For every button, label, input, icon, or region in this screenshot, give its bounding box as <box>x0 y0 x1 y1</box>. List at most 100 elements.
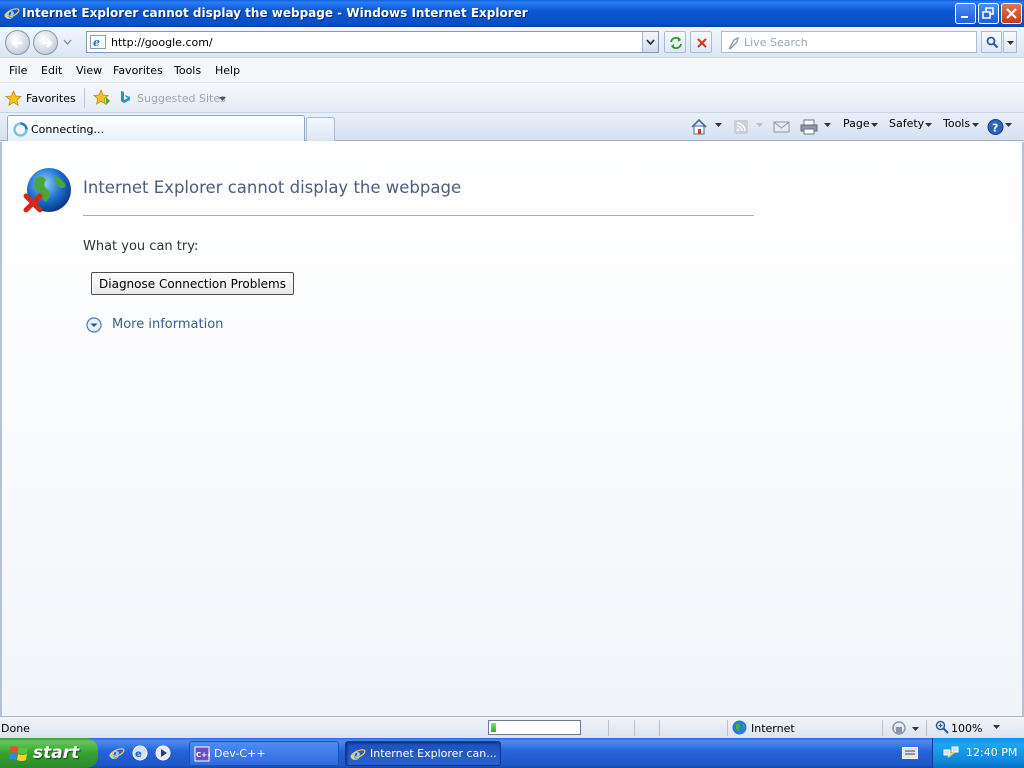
tab-connecting[interactable]: Connecting... <box>7 115 305 141</box>
bing-icon <box>121 91 130 103</box>
restore-icon <box>982 7 994 19</box>
chevron-down-icon[interactable] <box>1005 123 1012 127</box>
taskbar-item-internet-explorer[interactable]: e Internet Explorer can... <box>345 741 501 766</box>
close-button[interactable] <box>1001 3 1022 24</box>
chevron-down-icon[interactable] <box>824 123 831 127</box>
forward-button[interactable] <box>33 30 58 55</box>
rss-feeds-icon[interactable] <box>733 116 749 138</box>
home-icon[interactable] <box>690 116 708 138</box>
address-field[interactable]: e http://google.com/ <box>86 31 659 53</box>
globe-error-icon <box>23 168 71 213</box>
back-button[interactable] <box>5 30 30 55</box>
zoom-level[interactable]: 100% <box>951 722 982 735</box>
title-bar: e Internet Explorer cannot display the w… <box>0 0 1024 27</box>
page-menu-button[interactable]: Page <box>843 117 870 130</box>
search-input[interactable]: Live Search <box>721 31 977 53</box>
stop-button[interactable] <box>690 31 712 53</box>
start-label: start <box>33 743 80 763</box>
diagnose-connection-button[interactable]: Diagnose Connection Problems <box>91 272 294 295</box>
task-label: Internet Explorer can... <box>370 747 497 760</box>
search-options-button[interactable] <box>1003 31 1017 53</box>
safety-menu-button[interactable]: Safety <box>889 117 924 130</box>
divider <box>634 720 635 736</box>
clock: 12:40 PM <box>966 746 1018 759</box>
stop-icon <box>697 38 707 48</box>
try-label: What you can try: <box>83 239 199 254</box>
refresh-button[interactable] <box>664 31 686 53</box>
tools-menu-button[interactable]: Tools <box>943 117 970 130</box>
status-bar: Done Internet 100% <box>0 716 1024 738</box>
divider <box>608 720 609 736</box>
star-icon <box>5 90 22 107</box>
window-title: Internet Explorer cannot display the web… <box>22 6 528 20</box>
search-placeholder: Live Search <box>744 36 808 49</box>
page-content: Internet Explorer cannot display the web… <box>0 142 1024 716</box>
add-to-favorites-bar-icon[interactable] <box>93 89 111 107</box>
internet-zone-globe-icon <box>732 720 747 735</box>
menu-help[interactable]: Help <box>215 64 240 77</box>
svg-text:C++: C++ <box>196 751 210 759</box>
forward-arrow-icon <box>42 38 53 48</box>
media-player-icon[interactable] <box>155 745 171 761</box>
outlook-express-icon[interactable]: e <box>132 745 148 761</box>
chevron-down-icon[interactable] <box>756 123 763 127</box>
menu-tools[interactable]: Tools <box>174 64 201 77</box>
zoom-icon[interactable] <box>935 720 949 734</box>
menu-view[interactable]: View <box>76 64 102 77</box>
protected-mode-icon[interactable] <box>891 720 919 736</box>
keyboard-icon[interactable] <box>902 747 918 759</box>
menu-bar: File Edit View Favorites Tools Help <box>0 59 1024 83</box>
divider <box>727 720 728 736</box>
ie-logo-icon: e <box>350 746 366 762</box>
help-icon[interactable]: ? <box>987 116 1004 138</box>
chevron-down-icon[interactable] <box>993 725 1000 729</box>
favorites-bar: Favorites Suggested Sites <box>0 84 1024 113</box>
minimize-icon <box>961 16 968 18</box>
menu-edit[interactable]: Edit <box>41 64 62 77</box>
error-title: Internet Explorer cannot display the web… <box>83 178 462 197</box>
status-text: Done <box>1 722 30 735</box>
svg-text:e: e <box>93 36 100 49</box>
task-label: Dev-C++ <box>214 747 266 760</box>
favorites-label: Favorites <box>26 92 76 105</box>
live-search-logo-icon <box>728 36 739 50</box>
progress-bar <box>488 720 581 735</box>
recent-pages-dropdown-icon[interactable] <box>63 39 72 45</box>
windows-logo-icon <box>9 746 28 761</box>
address-url[interactable]: http://google.com/ <box>111 36 213 49</box>
chevron-down-icon[interactable] <box>219 97 226 101</box>
chevron-down-icon <box>646 39 655 45</box>
new-tab-button[interactable] <box>306 117 335 141</box>
progress-fill <box>491 723 496 732</box>
ie-logo-icon: e <box>4 5 20 21</box>
divider <box>84 88 85 108</box>
divider <box>83 215 754 216</box>
expand-more-info-icon[interactable] <box>86 317 102 333</box>
divider <box>659 720 660 736</box>
minimize-button[interactable] <box>955 3 976 24</box>
network-connection-icon[interactable] <box>943 745 959 761</box>
search-button[interactable] <box>981 31 1002 53</box>
divider <box>882 720 883 736</box>
menu-file[interactable]: File <box>9 64 27 77</box>
more-information-link[interactable]: More information <box>112 317 223 332</box>
security-zone-label: Internet <box>751 722 795 735</box>
chevron-down-icon[interactable] <box>871 123 878 127</box>
menu-favorites[interactable]: Favorites <box>113 64 163 77</box>
taskbar-item-dev-cpp[interactable]: C++ Dev-C++ <box>189 741 339 766</box>
tab-label: Connecting... <box>31 123 104 136</box>
print-icon[interactable] <box>800 116 818 138</box>
read-mail-icon[interactable] <box>773 116 790 138</box>
dev-cpp-icon: C++ <box>194 746 210 762</box>
chevron-down-icon[interactable] <box>925 123 932 127</box>
ie-quicklaunch-icon[interactable]: e <box>109 745 125 761</box>
restore-button[interactable] <box>978 3 999 24</box>
chevron-down-icon[interactable] <box>715 123 722 127</box>
system-tray: 12:40 PM <box>932 738 1024 768</box>
suggested-sites-button[interactable]: Suggested Sites <box>137 92 226 105</box>
divider <box>926 720 927 736</box>
start-button[interactable]: start <box>0 738 98 768</box>
address-dropdown-button[interactable] <box>642 32 658 52</box>
chevron-down-icon[interactable] <box>972 123 979 127</box>
svg-text:e: e <box>135 749 142 760</box>
